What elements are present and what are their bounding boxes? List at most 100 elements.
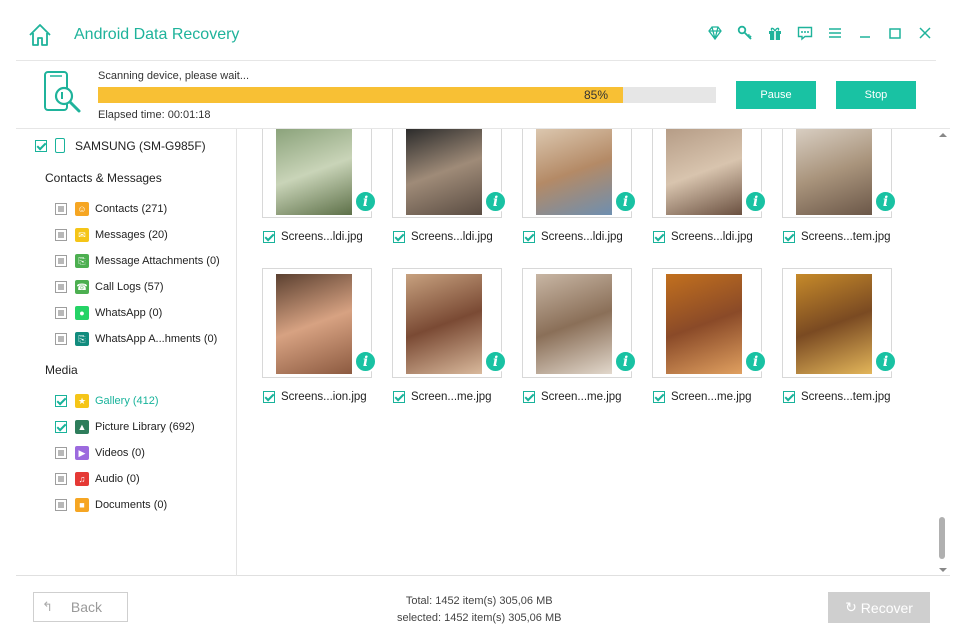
sidebar-item[interactable]: ✉ Messages (20) [55, 227, 168, 243]
file-name: Screens...tem.jpg [801, 391, 891, 403]
feedback-icon[interactable] [796, 24, 814, 42]
scroll-thumb[interactable] [939, 517, 945, 559]
device-row[interactable]: SAMSUNG (SM-G985F) [35, 138, 206, 153]
scan-progress-percent: 85% [583, 88, 608, 102]
sidebar-item-checkbox[interactable] [55, 447, 67, 459]
sidebar-item-checkbox[interactable] [55, 473, 67, 485]
file-name-row[interactable]: Screens...tem.jpg [783, 231, 890, 243]
scroll-up-arrow-icon[interactable] [939, 133, 947, 137]
photo-thumbnail[interactable]: i [782, 129, 897, 218]
phone-scan-icon [42, 69, 84, 121]
sidebar-item-checkbox[interactable] [55, 203, 67, 215]
total-items: Total: 1452 item(s) 305,06 MB [405, 595, 553, 607]
info-icon[interactable]: i [484, 190, 507, 213]
info-icon[interactable]: i [744, 350, 767, 373]
menu-icon[interactable] [826, 24, 844, 42]
file-name-row[interactable]: Screens...ldi.jpg [263, 231, 363, 243]
scan-status-text: Scanning device, please wait... [98, 70, 250, 82]
file-checkbox[interactable] [783, 391, 795, 403]
photo-image [406, 274, 482, 374]
file-name: Screen...me.jpg [411, 391, 492, 403]
sidebar-item-checkbox[interactable] [55, 255, 67, 267]
file-checkbox[interactable] [523, 391, 535, 403]
sidebar-item[interactable]: ● WhatsApp (0) [55, 305, 162, 321]
info-icon[interactable]: i [874, 350, 897, 373]
sidebar-item-label: Documents (0) [95, 499, 168, 511]
file-name-row[interactable]: Screens...ldi.jpg [653, 231, 753, 243]
diamond-icon[interactable] [706, 24, 724, 42]
sidebar-item-checkbox[interactable] [55, 229, 67, 241]
photo-thumbnail[interactable]: i [522, 268, 637, 378]
sidebar-item[interactable]: ★ Gallery (412) [55, 393, 159, 409]
file-checkbox[interactable] [523, 231, 535, 243]
info-icon[interactable]: i [614, 190, 637, 213]
sidebar-item-checkbox[interactable] [55, 421, 67, 433]
file-checkbox[interactable] [263, 391, 275, 403]
star-icon: ★ [75, 394, 89, 408]
sidebar-item[interactable]: ▲ Picture Library (692) [55, 419, 195, 435]
pause-button[interactable]: Pause [736, 81, 816, 109]
minimize-icon[interactable] [856, 24, 874, 42]
title-bar: Android Data Recovery [0, 0, 960, 60]
sidebar-item-checkbox[interactable] [55, 333, 67, 345]
info-icon[interactable]: i [354, 190, 377, 213]
file-name-row[interactable]: Screens...tem.jpg [783, 391, 890, 403]
sidebar-item-checkbox[interactable] [55, 499, 67, 511]
photo-thumbnail[interactable]: i [392, 268, 507, 378]
info-icon[interactable]: i [484, 350, 507, 373]
photo-thumbnail[interactable]: i [652, 129, 767, 218]
file-checkbox[interactable] [263, 231, 275, 243]
photo-thumbnail[interactable]: i [782, 268, 897, 378]
photo-thumbnail[interactable]: i [392, 129, 507, 218]
info-icon[interactable]: i [614, 350, 637, 373]
file-name-row[interactable]: Screens...ldi.jpg [523, 231, 623, 243]
sidebar-item[interactable]: ♫ Audio (0) [55, 471, 140, 487]
file-name-row[interactable]: Screen...me.jpg [523, 391, 622, 403]
sidebar-item[interactable]: ☎ Call Logs (57) [55, 279, 163, 295]
scan-progress-bar: 85% [98, 87, 716, 103]
sidebar-item[interactable]: ■ Documents (0) [55, 497, 167, 513]
maximize-icon[interactable] [886, 24, 904, 42]
gift-icon[interactable] [766, 24, 784, 42]
info-icon[interactable]: i [744, 190, 767, 213]
stop-button[interactable]: Stop [836, 81, 916, 109]
file-checkbox[interactable] [393, 231, 405, 243]
file-name: Screens...ldi.jpg [281, 231, 363, 243]
info-icon[interactable]: i [354, 350, 377, 373]
file-name-row[interactable]: Screens...ion.jpg [263, 391, 367, 403]
file-checkbox[interactable] [393, 391, 405, 403]
recover-button[interactable]: ↻ Recover [828, 592, 930, 623]
gallery-scrollbar[interactable] [935, 129, 950, 576]
sidebar-item[interactable]: ⎘ WhatsApp A...hments (0) [55, 331, 217, 347]
sidebar-item-checkbox[interactable] [55, 281, 67, 293]
file-name-row[interactable]: Screens...ldi.jpg [393, 231, 493, 243]
photo-thumbnail[interactable]: i [522, 129, 637, 218]
key-icon[interactable] [736, 24, 754, 42]
file-name-row[interactable]: Screen...me.jpg [653, 391, 752, 403]
photo-thumbnail[interactable]: i [262, 268, 377, 378]
photo-image [276, 274, 352, 374]
info-icon[interactable]: i [874, 190, 897, 213]
device-checkbox[interactable] [35, 139, 47, 152]
file-checkbox[interactable] [783, 231, 795, 243]
file-name-row[interactable]: Screen...me.jpg [393, 391, 492, 403]
sidebar-item[interactable]: ☺ Contacts (271) [55, 201, 167, 217]
section-heading: Media [45, 363, 78, 377]
sidebar-item-checkbox[interactable] [55, 395, 67, 407]
file-name: Screens...ldi.jpg [541, 231, 623, 243]
file-checkbox[interactable] [653, 231, 665, 243]
photo-thumbnail[interactable]: i [652, 268, 767, 378]
sidebar-item[interactable]: ▶ Videos (0) [55, 445, 145, 461]
file-checkbox[interactable] [653, 391, 665, 403]
close-icon[interactable] [916, 24, 934, 42]
sidebar-item[interactable]: ⎘ Message Attachments (0) [55, 253, 220, 269]
photo-thumbnail[interactable]: i [262, 129, 377, 218]
file-name: Screens...ldi.jpg [411, 231, 493, 243]
totals-summary: Total: 1452 item(s) 305,06 MB selected: … [397, 593, 561, 627]
home-icon[interactable] [27, 22, 53, 48]
back-button[interactable]: ↰ Back [33, 592, 128, 622]
sidebar-item-checkbox[interactable] [55, 307, 67, 319]
sidebar-item-label: Audio (0) [95, 473, 140, 485]
scroll-down-arrow-icon[interactable] [939, 568, 947, 572]
attachment-icon: ⎘ [75, 254, 89, 268]
